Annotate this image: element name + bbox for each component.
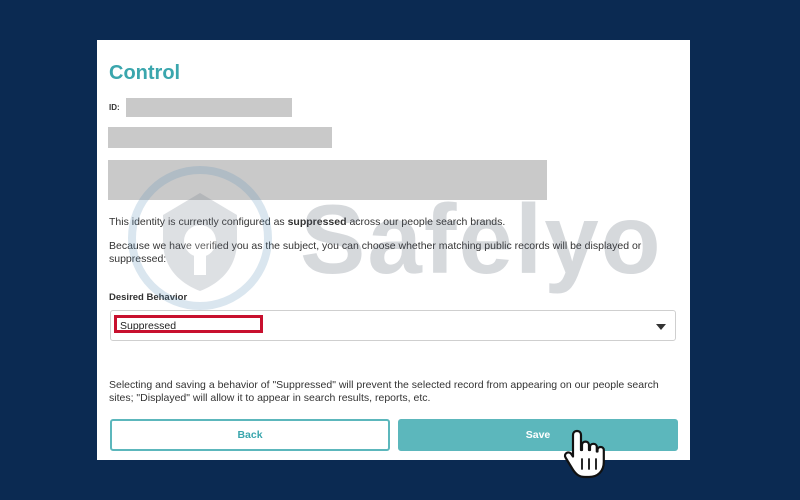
- status-value: suppressed: [287, 216, 347, 228]
- status-prefix: This identity is currently configured as: [109, 216, 288, 228]
- verified-note: Because we have verified you as the subj…: [109, 240, 642, 265]
- redacted-id: [125, 98, 292, 117]
- id-row: ID:: [109, 98, 292, 117]
- back-button[interactable]: Back: [110, 419, 390, 451]
- chevron-down-icon: [656, 324, 666, 330]
- id-label: ID:: [109, 103, 120, 112]
- desired-behavior-select[interactable]: Suppressed: [110, 310, 676, 341]
- footer-note: Selecting and saving a behavior of "Supp…: [109, 379, 659, 404]
- selected-behavior: Suppressed: [120, 320, 177, 332]
- page-title: Control: [109, 62, 181, 84]
- status-text: This identity is currently configured as…: [109, 216, 679, 229]
- redacted-name: [108, 127, 332, 148]
- redacted-details: [108, 160, 547, 200]
- control-card: Control ID: This identity is currently c…: [97, 40, 690, 460]
- status-suffix: across our people search brands.: [346, 216, 506, 228]
- save-button[interactable]: Save: [398, 419, 678, 451]
- desired-behavior-label: Desired Behavior: [109, 292, 188, 303]
